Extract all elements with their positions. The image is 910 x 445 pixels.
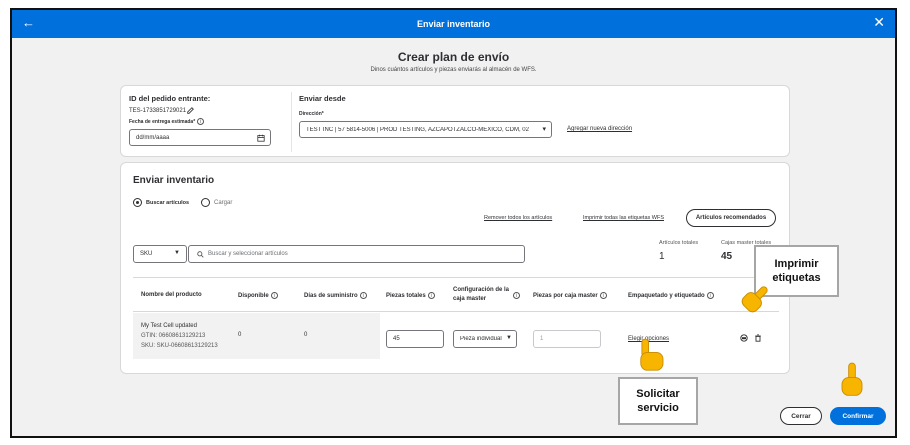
- close-button[interactable]: Cerrar: [780, 407, 822, 425]
- table-top-line: [133, 277, 779, 278]
- available-value: 0: [238, 332, 242, 338]
- col-packaging: Empaquetado y etiquetado i: [628, 292, 714, 299]
- order-id-label: ID del pedido entrante:: [129, 94, 211, 103]
- ship-from-label: Enviar desde: [299, 94, 346, 103]
- inventory-title: Enviar inventario: [133, 175, 215, 186]
- search-type-select[interactable]: SKU ▼: [133, 245, 187, 263]
- modal-frame: ← Enviar inventario ✕ Crear plan de enví…: [10, 8, 897, 438]
- arrow-left-icon[interactable]: ←: [22, 16, 35, 30]
- product-name: My Test Cell updated: [141, 323, 197, 329]
- date-placeholder: dd/mm/aaaa: [136, 134, 170, 141]
- edit-icon[interactable]: [187, 107, 194, 114]
- boxes-total-value: 45: [721, 251, 733, 262]
- total-pieces-input[interactable]: 45: [386, 330, 444, 348]
- items-total-label: Artículos totales: [659, 240, 699, 246]
- add-address-link[interactable]: Agregar nueva dirección: [567, 126, 632, 132]
- delivery-date-input[interactable]: dd/mm/aaaa: [129, 129, 271, 146]
- inventory-card: Enviar inventario Buscar artículos Carga…: [120, 162, 790, 374]
- remove-all-link[interactable]: Remover todos los artículos: [484, 215, 552, 221]
- address-label: Dirección*: [299, 111, 324, 117]
- pointing-hand-icon: [741, 286, 768, 313]
- request-service-callout: Solicitar servicio: [618, 377, 698, 425]
- table-header-line: [133, 311, 779, 312]
- radio-search[interactable]: [133, 198, 142, 207]
- supply-days-value: 0: [304, 332, 308, 338]
- pointing-hand-icon: [640, 338, 664, 371]
- plan-subtitle: Dinos cuántos artículos y piezas enviará…: [370, 67, 537, 73]
- info-icon[interactable]: i: [706, 292, 714, 299]
- info-icon[interactable]: i: [427, 292, 435, 299]
- box-config-select[interactable]: Pieza individual ▼: [453, 330, 517, 348]
- box-config-value: Pieza individual: [460, 336, 502, 342]
- search-input[interactable]: Buscar y seleccionar artículos: [188, 245, 525, 263]
- info-icon[interactable]: i: [270, 292, 278, 299]
- product-gtin: GTIN: 06608613129213: [141, 333, 206, 339]
- recommended-items-button[interactable]: Artículos recomendados: [686, 209, 776, 227]
- divider: [291, 92, 292, 152]
- col-product-name: Nombre del producto: [141, 292, 202, 298]
- plan-title: Crear plan de envío: [397, 50, 510, 64]
- product-sku: SKU: SKU-06608613129213: [141, 343, 218, 349]
- order-card: ID del pedido entrante: TES-173385172902…: [120, 85, 790, 157]
- calendar-icon[interactable]: [257, 134, 265, 142]
- address-value: TEST INC | 57 5814-5006 | PROD TESTING, …: [306, 126, 529, 133]
- confirm-button[interactable]: Confirmar: [830, 407, 886, 425]
- pointing-hand-icon: [841, 362, 863, 396]
- order-id-value: TES-1733851729021: [129, 108, 187, 114]
- info-icon[interactable]: i: [599, 292, 607, 299]
- info-icon[interactable]: i: [513, 292, 520, 299]
- col-total-pieces: Piezas totales i: [386, 292, 435, 299]
- items-total-value: 1: [659, 251, 665, 262]
- pieces-per-box-value: 1: [540, 336, 544, 342]
- page-title: Enviar inventario: [416, 19, 491, 29]
- search-placeholder: Buscar y seleccionar artículos: [208, 251, 288, 257]
- col-available: Disponible i: [238, 292, 278, 299]
- address-select[interactable]: TEST INC | 57 5814-5006 | PROD TESTING, …: [299, 121, 552, 138]
- print-icon[interactable]: [740, 334, 748, 342]
- total-pieces-value: 45: [393, 336, 400, 342]
- delivery-date-label: Fecha de entrega estimada* i: [129, 118, 205, 125]
- caret-down-icon: ▼: [506, 335, 512, 341]
- trash-icon[interactable]: [754, 334, 762, 342]
- close-icon[interactable]: ✕: [873, 15, 885, 29]
- col-box-config: Configuración de la caja master: [453, 287, 510, 302]
- col-supply-days: Días de suministro i: [304, 292, 367, 299]
- caret-down-icon: ▼: [174, 250, 180, 256]
- search-icon: [197, 250, 204, 258]
- top-bar: ← Enviar inventario ✕: [12, 10, 895, 38]
- info-icon[interactable]: i: [359, 292, 367, 299]
- pieces-per-box-input[interactable]: 1: [533, 330, 601, 348]
- caret-down-icon: ▾: [542, 126, 546, 133]
- print-all-labels-link[interactable]: Imprimir todas las etiquetas WFS: [583, 215, 664, 221]
- radio-upload-label: Cargar: [214, 200, 233, 206]
- radio-upload[interactable]: [201, 198, 210, 207]
- info-icon[interactable]: i: [197, 118, 205, 125]
- search-type-value: SKU: [140, 251, 153, 257]
- col-pieces-per-box: Piezas por caja master i: [533, 292, 607, 299]
- radio-search-label: Buscar artículos: [146, 200, 190, 206]
